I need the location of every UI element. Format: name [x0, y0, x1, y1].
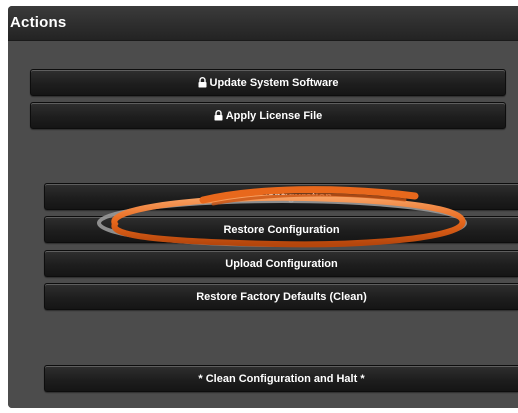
lock-icon	[198, 77, 206, 88]
restore-configuration-label: Restore Configuration	[223, 223, 340, 236]
apply-license-file-label: Apply License File	[225, 109, 323, 122]
restore-factory-defaults-label: Restore Factory Defaults (Clean)	[196, 290, 367, 303]
update-system-software-button[interactable]: Update System Software	[30, 69, 506, 96]
panel-header: Actions	[8, 6, 518, 41]
save-configuration-button[interactable]: Save Configuration	[44, 183, 518, 210]
clean-configuration-halt-button[interactable]: * Clean Configuration and Halt *	[44, 365, 518, 392]
restore-configuration-button[interactable]: Restore Configuration	[44, 216, 518, 243]
restore-factory-defaults-button[interactable]: Restore Factory Defaults (Clean)	[44, 283, 518, 310]
upload-configuration-label: Upload Configuration	[225, 257, 338, 270]
clean-configuration-halt-label: * Clean Configuration and Halt *	[198, 372, 365, 385]
panel-title: Actions	[10, 14, 67, 31]
save-configuration-label: Save Configuration	[231, 190, 332, 203]
lock-icon	[214, 110, 223, 121]
upload-configuration-button[interactable]: Upload Configuration	[44, 250, 518, 277]
update-system-software-label: Update System Software	[209, 76, 339, 89]
apply-license-file-button[interactable]: Apply License File	[30, 102, 506, 129]
